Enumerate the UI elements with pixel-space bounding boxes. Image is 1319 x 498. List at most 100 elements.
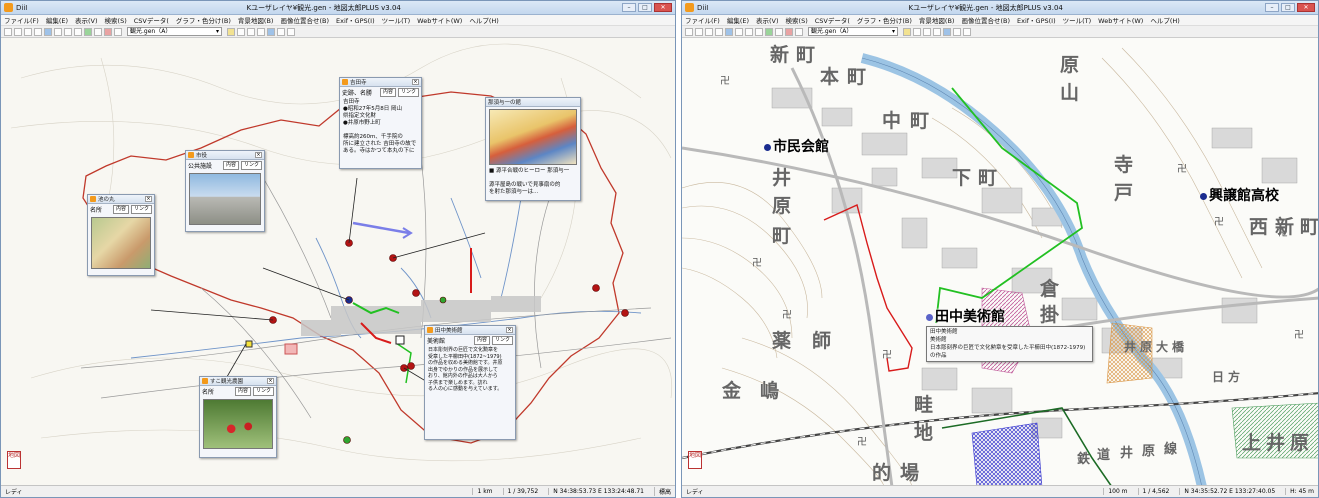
- content-button[interactable]: 内容: [379, 88, 396, 97]
- zoom-out-icon[interactable]: [755, 27, 763, 36]
- place-char: 新: [1275, 216, 1295, 238]
- link-button[interactable]: リンク: [397, 88, 419, 97]
- close-button[interactable]: ✕: [654, 3, 672, 12]
- menu-file[interactable]: ファイル(F): [685, 15, 720, 25]
- zoom-in-icon[interactable]: [745, 27, 753, 36]
- menu-csv[interactable]: CSVデータ(: [134, 15, 169, 25]
- open-icon[interactable]: [14, 27, 22, 36]
- line-icon[interactable]: [247, 27, 255, 36]
- maximize-button[interactable]: □: [1281, 3, 1295, 12]
- text-icon[interactable]: [795, 27, 803, 36]
- menu-edit[interactable]: 編集(E): [46, 15, 68, 25]
- save-icon[interactable]: [705, 27, 713, 36]
- save-icon[interactable]: [24, 27, 32, 36]
- close-icon[interactable]: ×: [145, 196, 152, 202]
- menu-tool[interactable]: ツール(T): [1063, 15, 1092, 25]
- link-button[interactable]: リンク: [252, 387, 274, 396]
- pin-icon: [427, 327, 433, 333]
- menu-graph[interactable]: グラフ・色分け(B): [176, 15, 231, 25]
- gps-icon[interactable]: [267, 27, 275, 36]
- measure-icon[interactable]: [94, 27, 102, 36]
- info-icon[interactable]: [227, 27, 235, 36]
- poi-tooltip: 田中美術館 美術館 日本彫刻界の巨匠で文化勲章を受章した平櫛田中(1872-19…: [926, 326, 1093, 362]
- minimize-button[interactable]: –: [622, 3, 636, 12]
- select-icon[interactable]: [54, 27, 62, 36]
- illustration-map-photo[interactable]: [91, 217, 151, 269]
- poi-shimin-kaikan[interactable]: 市民会館: [764, 136, 829, 156]
- print-icon[interactable]: [34, 27, 42, 36]
- layer-select[interactable]: 観光.gen（A） ▾: [127, 27, 222, 36]
- content-button[interactable]: 内容: [234, 387, 251, 396]
- map-view-detail[interactable]: 卍卍卍 卍卍卍 卍卍卍 新 町 本 町 中 町 下 町 井 原 町 寺 戸 西 …: [682, 38, 1318, 485]
- photo-icon[interactable]: [953, 27, 961, 36]
- new-icon[interactable]: [4, 27, 12, 36]
- poi-kojokan-school[interactable]: 興譲館高校: [1200, 185, 1279, 205]
- menu-tool[interactable]: ツール(T): [382, 15, 411, 25]
- nasu-yoichi-illustration[interactable]: [489, 109, 577, 165]
- close-button[interactable]: ✕: [1297, 3, 1315, 12]
- menu-search[interactable]: 検索(S): [786, 15, 808, 25]
- new-icon[interactable]: [685, 27, 693, 36]
- popup-title: 那須与一の館: [488, 100, 522, 106]
- close-icon[interactable]: ×: [412, 79, 419, 85]
- link-button[interactable]: リンク: [240, 161, 262, 170]
- content-button[interactable]: 内容: [112, 205, 129, 214]
- strawberry-photo[interactable]: [203, 399, 273, 449]
- photo-icon[interactable]: [277, 27, 285, 36]
- content-button[interactable]: 内容: [473, 336, 490, 345]
- select-icon[interactable]: [735, 27, 743, 36]
- polygon-icon[interactable]: [933, 27, 941, 36]
- menu-csv[interactable]: CSVデータ(: [815, 15, 850, 25]
- menu-image-align[interactable]: 画像位置合せ(B): [961, 15, 1010, 25]
- link-button[interactable]: リンク: [130, 205, 152, 214]
- menu-web[interactable]: Webサイト(W): [417, 15, 462, 25]
- open-icon[interactable]: [695, 27, 703, 36]
- menu-edit[interactable]: 編集(E): [727, 15, 749, 25]
- menu-background[interactable]: 背景地図(B): [238, 15, 274, 25]
- menu-file[interactable]: ファイル(F): [4, 15, 39, 25]
- menu-background[interactable]: 背景地図(B): [919, 15, 955, 25]
- move-icon[interactable]: [44, 27, 52, 36]
- poi-tanaka-museum[interactable]: 田中美術館: [926, 306, 1005, 326]
- map-view[interactable]: 池の丸 × 名所 内容 リンク 市役 × 公共施設 内容 リンク 吉田寺 × 史跡、名勝 内容リ…: [1, 38, 675, 485]
- zoom-out-icon[interactable]: [74, 27, 82, 36]
- draw-icon[interactable]: [104, 27, 112, 36]
- point-icon[interactable]: [913, 27, 921, 36]
- zoom-in-icon[interactable]: [64, 27, 72, 36]
- minimize-button[interactable]: –: [1265, 3, 1279, 12]
- web-icon[interactable]: [287, 27, 295, 36]
- point-icon[interactable]: [237, 27, 245, 36]
- menu-image-align[interactable]: 画像位置合せ(B): [280, 15, 329, 25]
- draw-icon[interactable]: [785, 27, 793, 36]
- menu-search[interactable]: 検索(S): [105, 15, 127, 25]
- menu-graph[interactable]: グラフ・色分け(B): [857, 15, 912, 25]
- gps-icon[interactable]: [943, 27, 951, 36]
- close-icon[interactable]: ×: [506, 327, 513, 333]
- city-hall-photo[interactable]: [189, 173, 261, 225]
- content-button[interactable]: 内容: [222, 161, 239, 170]
- place-char: 中: [882, 110, 902, 132]
- layer-select[interactable]: 観光.gen（A） ▾: [808, 27, 898, 36]
- menu-exif[interactable]: Exif・GPS(I): [1017, 15, 1056, 25]
- move-icon[interactable]: [725, 27, 733, 36]
- layer-icon[interactable]: [84, 27, 92, 36]
- maximize-button[interactable]: □: [638, 3, 652, 12]
- measure-icon[interactable]: [775, 27, 783, 36]
- link-button[interactable]: リンク: [491, 336, 513, 345]
- info-icon[interactable]: [903, 27, 911, 36]
- web-icon[interactable]: [963, 27, 971, 36]
- close-icon[interactable]: ×: [267, 378, 274, 384]
- layer-select-value: 観光.gen（A）: [811, 28, 853, 35]
- line-icon[interactable]: [923, 27, 931, 36]
- menu-help[interactable]: ヘルプ(H): [1150, 15, 1179, 25]
- menu-exif[interactable]: Exif・GPS(I): [336, 15, 375, 25]
- menu-web[interactable]: Webサイト(W): [1098, 15, 1143, 25]
- menu-view[interactable]: 表示(V): [756, 15, 779, 25]
- layer-icon[interactable]: [765, 27, 773, 36]
- text-icon[interactable]: [114, 27, 122, 36]
- menu-help[interactable]: ヘルプ(H): [469, 15, 498, 25]
- polygon-icon[interactable]: [257, 27, 265, 36]
- close-icon[interactable]: ×: [255, 152, 262, 158]
- print-icon[interactable]: [715, 27, 723, 36]
- menu-view[interactable]: 表示(V): [75, 15, 98, 25]
